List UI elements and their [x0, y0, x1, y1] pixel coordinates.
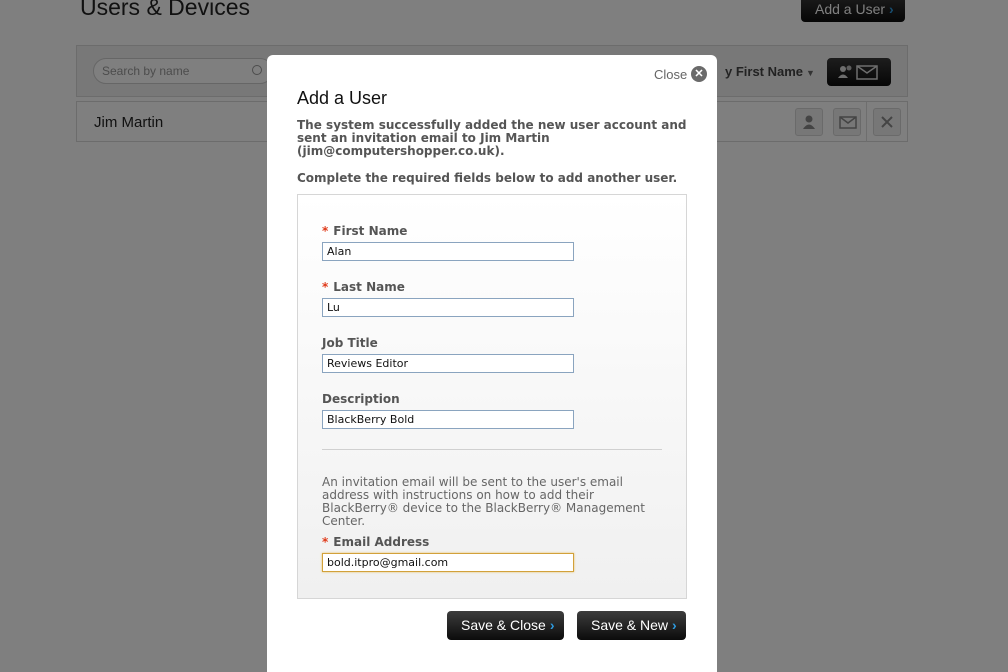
description-label: Description	[322, 392, 400, 406]
close-icon[interactable]: ✕	[691, 66, 707, 82]
last-name-label-text: Last Name	[333, 280, 405, 294]
invitation-info-text: An invitation email will be sent to the …	[322, 475, 645, 528]
dialog-title: Add a User	[297, 88, 388, 108]
last-name-field[interactable]: Lu	[322, 298, 574, 317]
save-close-button[interactable]: Save & Close ›	[447, 611, 564, 640]
required-marker: *	[322, 280, 329, 294]
user-form: * First Name Alan * Last Name Lu Job Title…	[297, 194, 687, 599]
description-field[interactable]: BlackBerry Bold	[322, 410, 574, 429]
last-name-label: * Last Name	[322, 280, 405, 294]
email-label: * Email Address	[322, 535, 429, 549]
add-user-dialog: Close ✕ Add a User The system successful…	[267, 55, 717, 672]
close-link[interactable]: Close	[654, 67, 687, 82]
first-name-label-text: First Name	[333, 224, 408, 238]
save-new-label: Save & New	[591, 617, 669, 633]
required-marker: *	[322, 535, 329, 549]
required-marker: *	[322, 224, 329, 238]
first-name-field[interactable]: Alan	[322, 242, 574, 261]
instruction-text: Complete the required fields below to ad…	[297, 171, 678, 185]
email-field[interactable]: bold.itpro@gmail.com	[322, 553, 574, 572]
email-label-text: Email Address	[333, 535, 430, 549]
first-name-label: * First Name	[322, 224, 407, 238]
job-title-field[interactable]: Reviews Editor	[322, 354, 574, 373]
form-divider	[322, 449, 662, 450]
chevron-right-icon: ›	[549, 617, 555, 633]
chevron-right-icon: ›	[672, 617, 677, 633]
save-close-label: Save & Close	[461, 617, 546, 633]
job-title-label: Job Title	[322, 336, 378, 350]
success-message: The system successfully added the new us…	[297, 118, 687, 158]
save-new-button[interactable]: Save & New ›	[577, 611, 686, 640]
